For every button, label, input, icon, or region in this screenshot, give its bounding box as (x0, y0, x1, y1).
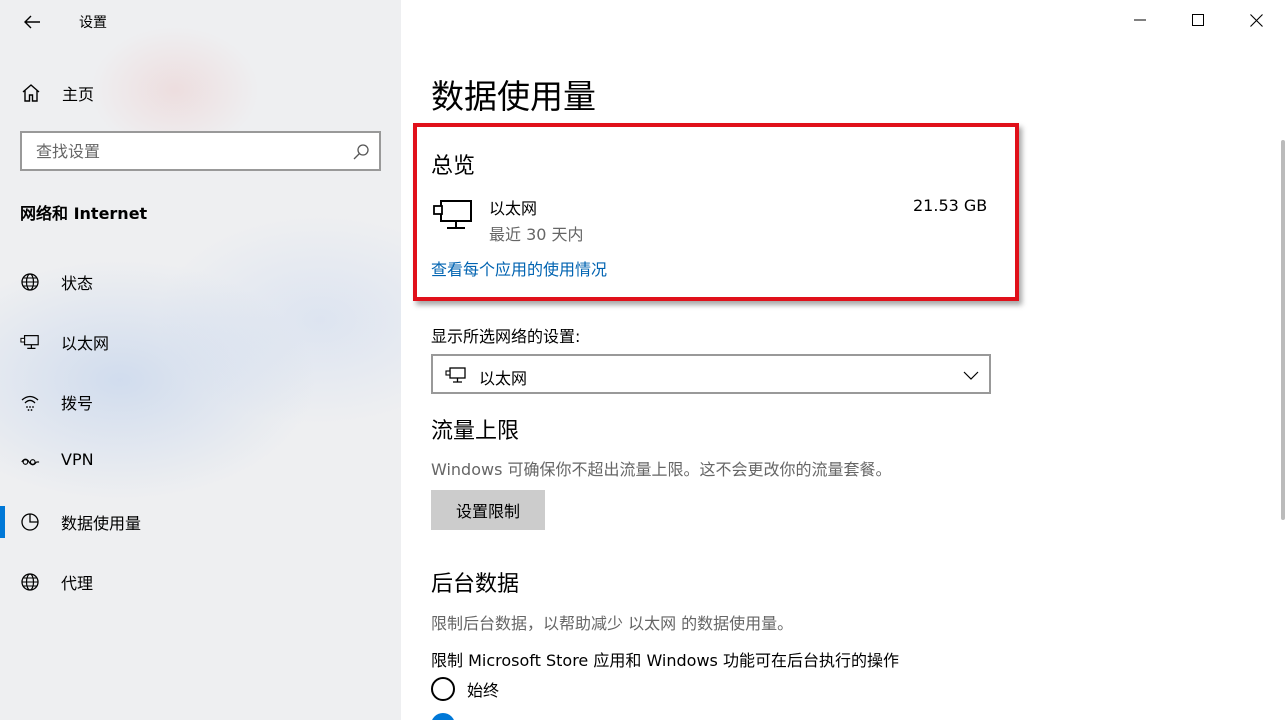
radio-button[interactable] (431, 713, 455, 720)
home-icon (22, 84, 40, 102)
globe-proxy-icon (20, 572, 40, 592)
radio-label: 始终 (467, 681, 500, 700)
sidebar-item-dialup[interactable]: 拨号 (0, 380, 401, 424)
network-dropdown[interactable]: 以太网 (431, 354, 991, 394)
globe-status-icon (20, 272, 40, 292)
back-arrow-icon (24, 15, 40, 29)
chevron-down-icon (963, 371, 979, 380)
sidebar-item-data-usage[interactable]: 数据使用量 (0, 500, 401, 544)
minimize-icon (1134, 19, 1146, 21)
sidebar-item-vpn[interactable]: VPN (0, 440, 401, 484)
sidebar-item-label: 拨号 (61, 394, 94, 413)
app-title: 设置 (79, 15, 107, 31)
section-label: 网络和 Internet (20, 204, 148, 223)
sidebar-item-proxy[interactable]: 代理 (0, 560, 401, 604)
search-input[interactable] (22, 133, 379, 169)
data-usage-icon (20, 512, 40, 532)
sidebar-item-label: 状态 (61, 274, 94, 293)
ethernet-icon (445, 367, 466, 383)
limit-description: Windows 可确保你不超出流量上限。这不会更改你的流量套餐。 (431, 460, 892, 479)
per-app-usage-link[interactable]: 查看每个应用的使用情况 (431, 256, 607, 280)
set-limit-button[interactable]: 设置限制 (431, 490, 545, 530)
radio-option-always[interactable]: 始终 (431, 676, 499, 702)
sidebar-item-label: 代理 (61, 574, 94, 593)
maximize-button[interactable] (1169, 0, 1227, 40)
background-heading: 后台数据 (431, 572, 520, 597)
maximize-icon (1192, 14, 1204, 26)
minimize-button[interactable] (1111, 0, 1169, 40)
vpn-icon (20, 452, 40, 472)
sidebar-item-home[interactable]: 主页 (20, 80, 94, 106)
dialup-icon (20, 392, 40, 412)
search-icon[interactable] (351, 142, 371, 162)
search-box[interactable] (20, 131, 381, 171)
overview-heading: 总览 (431, 154, 476, 179)
usage-period: 最近 30 天内 (489, 225, 584, 244)
ethernet-icon (433, 200, 472, 229)
ethernet-icon (20, 332, 40, 352)
home-label: 主页 (62, 85, 95, 104)
background-description: 限制后台数据，以帮助减少 以太网 的数据使用量。 (431, 614, 794, 633)
network-select-label: 显示所选网络的设置: (431, 327, 581, 346)
radio-button[interactable] (431, 677, 455, 701)
scrollbar[interactable] (1281, 140, 1285, 520)
sidebar-item-ethernet[interactable]: 以太网 (0, 320, 401, 364)
close-icon (1249, 13, 1263, 27)
main-content: 数据使用量 总览 以太网 最近 30 天内 21.53 GB 查看每个应用的使用… (401, 0, 1285, 720)
dropdown-value: 以太网 (479, 369, 528, 388)
restrict-label: 限制 Microsoft Store 应用和 Windows 功能可在后台执行的… (431, 651, 899, 670)
sidebar-item-label: 以太网 (61, 334, 110, 353)
close-button[interactable] (1227, 0, 1285, 40)
page-title: 数据使用量 (431, 77, 596, 116)
usage-amount: 21.53 GB (913, 196, 988, 215)
sidebar: 设置 主页 网络和 Internet 状态 (0, 0, 401, 720)
sidebar-item-label: 数据使用量 (61, 514, 142, 533)
network-name: 以太网 (489, 199, 538, 218)
sidebar-item-label: VPN (61, 450, 94, 469)
back-button[interactable] (18, 8, 46, 36)
sidebar-item-status[interactable]: 状态 (0, 260, 401, 304)
limit-heading: 流量上限 (431, 419, 520, 444)
